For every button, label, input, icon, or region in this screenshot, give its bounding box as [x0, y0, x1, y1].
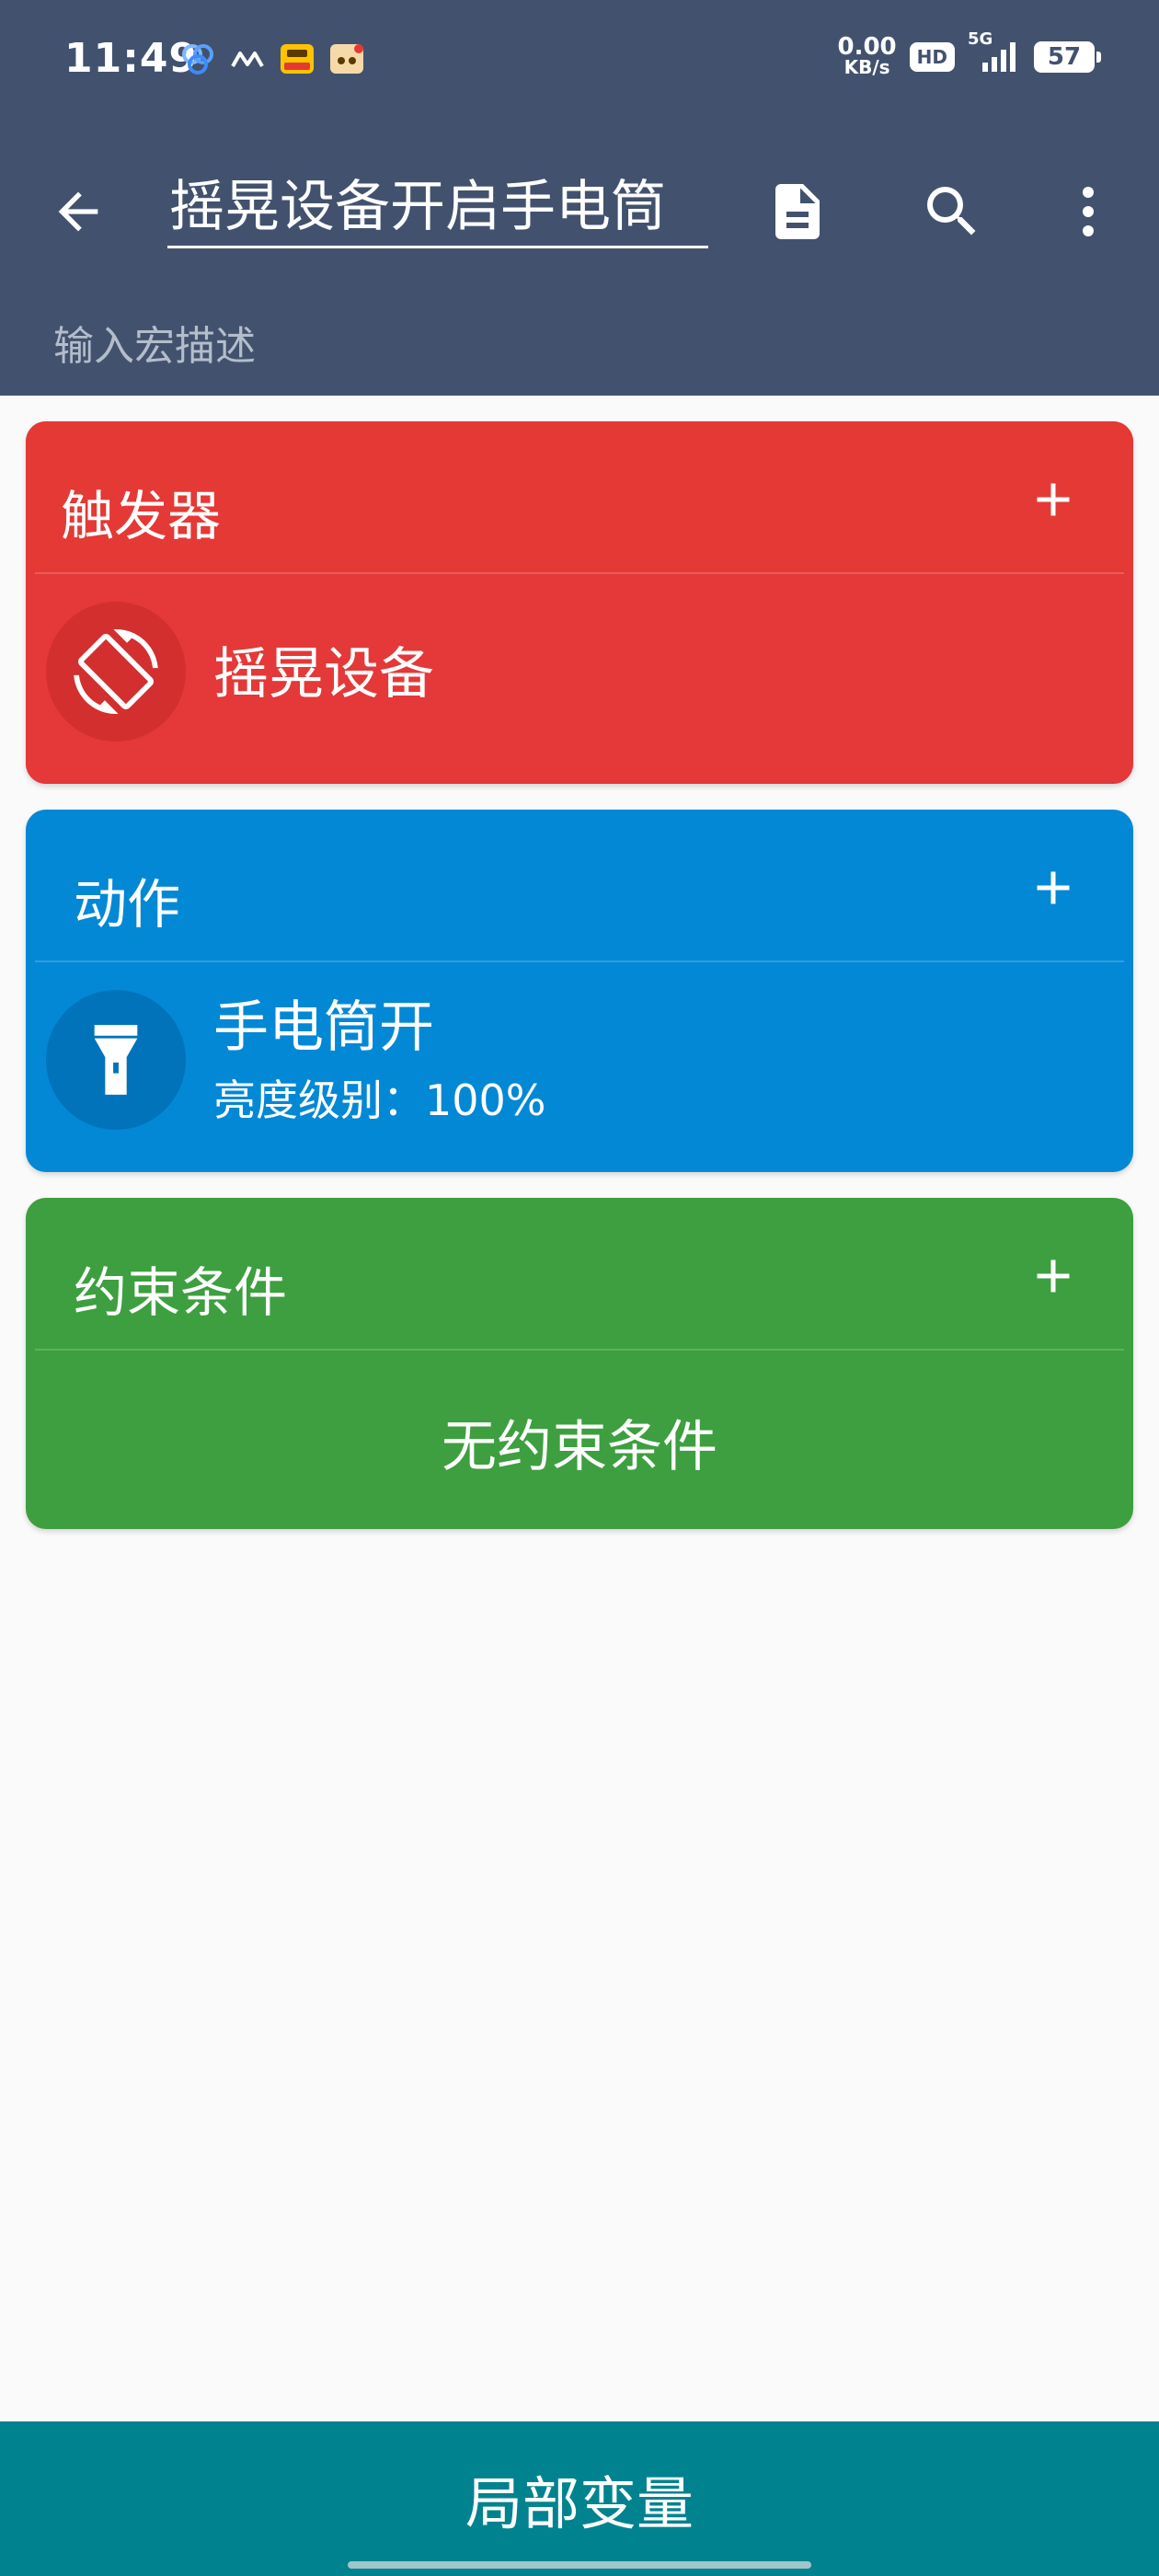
status-time: 11:49: [64, 35, 199, 82]
game-notification-icon: [330, 44, 363, 74]
add-action-button[interactable]: [1012, 846, 1095, 929]
meituan-icon: [281, 44, 314, 74]
constraints-header: 约束条件: [26, 1198, 1133, 1351]
actions-card: 动作 手电筒开 亮度级别：100%: [26, 810, 1133, 1172]
plus-icon: [1037, 871, 1070, 904]
add-trigger-button[interactable]: [1012, 458, 1095, 541]
constraints-card: 约束条件 无约束条件: [26, 1198, 1133, 1529]
back-button[interactable]: [37, 170, 120, 253]
status-bar: 11:49 0.00 KB/s HD 5G 57: [0, 0, 1159, 120]
action-item-subtitle: 亮度级别：100%: [213, 1075, 546, 1125]
more-options-button[interactable]: [1047, 170, 1130, 253]
app-notification-icon: [182, 44, 213, 75]
triggers-header: 触发器: [26, 421, 1133, 574]
triggers-card: 触发器 摇晃设备: [26, 421, 1133, 784]
macro-description-input[interactable]: 输入宏描述: [53, 313, 256, 372]
plus-icon: [1037, 483, 1070, 516]
more-vert-icon: [1083, 187, 1094, 236]
gesture-bar[interactable]: [348, 2561, 811, 2569]
signal-icon: 5G: [968, 29, 1021, 75]
search-icon: [927, 187, 976, 236]
action-item-title: 手电筒开: [213, 995, 434, 1060]
screen-rotation-icon: [74, 629, 158, 714]
toolbar: 摇晃设备开启手电筒: [0, 147, 1159, 267]
status-right: 0.00 KB/s HD 5G 57: [837, 29, 1101, 78]
trigger-item[interactable]: 摇晃设备: [26, 574, 1133, 784]
document-button[interactable]: [756, 170, 839, 253]
trigger-icon-circle: [46, 602, 186, 742]
macro-name-input[interactable]: 摇晃设备开启手电筒: [167, 166, 708, 248]
flashlight-icon: [94, 1025, 138, 1095]
actions-title: 动作: [74, 873, 181, 936]
actions-header: 动作: [26, 810, 1133, 962]
local-variables-label: 局部变量: [465, 2470, 694, 2537]
hd-badge: HD: [909, 42, 955, 72]
search-button[interactable]: [911, 170, 993, 253]
net-speed: 0.00 KB/s: [837, 33, 897, 78]
arrow-back-icon: [58, 191, 98, 232]
triggers-title: 触发器: [61, 485, 222, 547]
notification-icons: [179, 40, 365, 77]
no-constraints-text: 无约束条件: [442, 1415, 717, 1479]
plus-icon: [1037, 1259, 1070, 1293]
add-constraint-button[interactable]: [1012, 1235, 1095, 1317]
local-variables-button[interactable]: 局部变量: [0, 2421, 1159, 2576]
battery-icon: 57: [1034, 41, 1101, 73]
app-header: 11:49 0.00 KB/s HD 5G 57 摇晃设备开启手电筒 输入宏描述: [0, 0, 1159, 396]
action-icon-circle: [46, 990, 186, 1130]
trigger-item-title: 摇晃设备: [213, 642, 434, 707]
wave-notification-icon: [231, 52, 264, 67]
document-icon: [775, 184, 820, 239]
constraints-title: 约束条件: [74, 1261, 288, 1324]
action-item[interactable]: 手电筒开 亮度级别：100%: [26, 962, 1133, 1172]
